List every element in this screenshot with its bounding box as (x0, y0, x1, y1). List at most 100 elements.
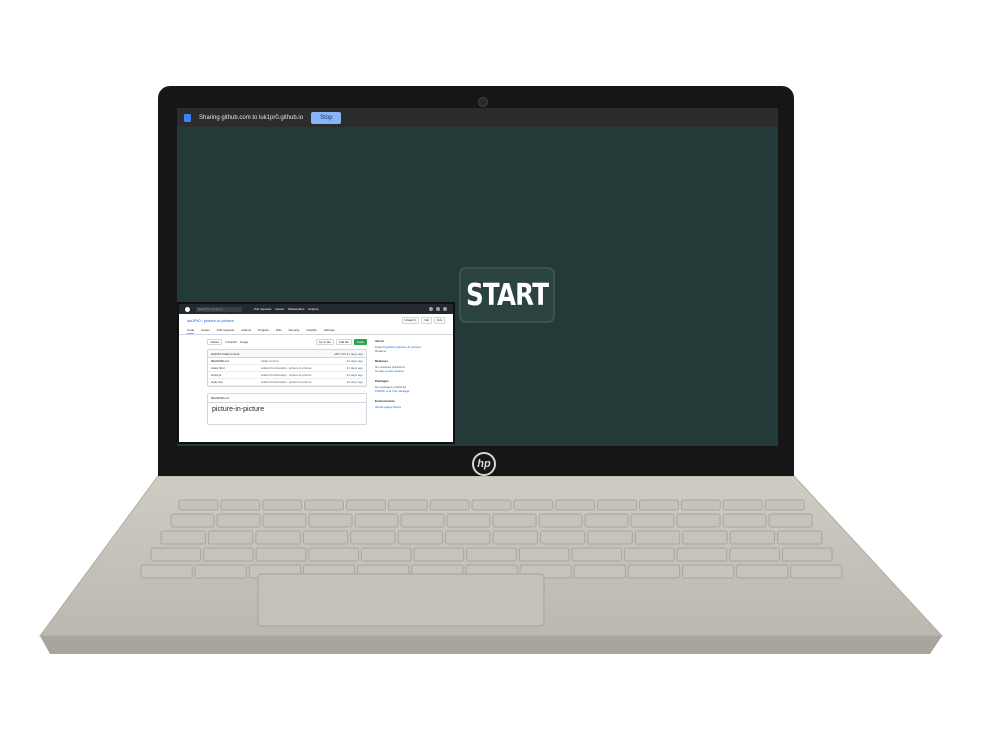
keyboard-key (429, 499, 470, 511)
tab-settings[interactable]: Settings (324, 328, 335, 334)
keyboard-key (597, 499, 638, 511)
repo-title[interactable]: luk1Pr0 / picture-in-picture (187, 318, 234, 323)
tags-link[interactable]: 0 tags (240, 340, 248, 344)
keyboard-key (680, 499, 721, 511)
tab-security[interactable]: Security (289, 328, 300, 334)
keyboard-key (555, 499, 596, 511)
keyboard-key (445, 530, 491, 545)
file-commit-message[interactable]: Added functionality - picture-in-picture (261, 380, 341, 384)
file-commit-message[interactable]: Added functionality - picture-in-picture (261, 373, 341, 377)
screen: Sharing github.com to luk1pr0.github.io … (177, 108, 778, 446)
readme-heading: picture-in-picture (212, 406, 265, 413)
keyboard-key (587, 530, 633, 545)
readme-link[interactable]: Readme (375, 349, 433, 353)
keyboard-key (768, 513, 813, 528)
keyboard-key (539, 530, 586, 545)
tab-wiki[interactable]: Wiki (276, 328, 282, 334)
commit-message[interactable]: luk1Pr0 initial commit (211, 352, 239, 356)
nav-explore[interactable]: Explore (308, 307, 318, 311)
repo-tabs: Code Issues Pull requests Actions Projec… (179, 324, 453, 335)
tab-issues[interactable]: Issues (201, 328, 210, 334)
file-commit-message[interactable]: Initial commit (261, 359, 341, 363)
keyboard-key (627, 564, 681, 579)
keyboard-key (350, 530, 396, 545)
fork-button[interactable]: Fork (434, 317, 445, 324)
keyboard-key (413, 547, 465, 562)
latest-commit: luk1Pr0 initial commit a8b17a8 21 days a… (208, 350, 366, 358)
github-logo-icon[interactable] (185, 306, 190, 312)
start-button[interactable]: START (459, 267, 555, 323)
repo-main: master 1 branch 0 tags Go to file Add fi… (207, 339, 367, 425)
tab-insights[interactable]: Insights (306, 328, 316, 334)
table-row[interactable]: README.md Initial commit 21 days ago (208, 358, 366, 365)
nav-issues[interactable]: Issues (275, 307, 284, 311)
add-file-button[interactable]: Add file (335, 339, 352, 345)
keyboard-key (400, 513, 445, 528)
tab-pull-requests[interactable]: Pull requests (217, 328, 234, 334)
commit-hash[interactable]: a8b17a8 21 days ago (334, 352, 363, 356)
table-row[interactable]: index.html Added functionality - picture… (208, 365, 366, 372)
plus-icon[interactable] (436, 307, 440, 311)
code-button[interactable]: Code (353, 339, 367, 345)
keyboard-key (518, 547, 570, 562)
picture-in-picture-window[interactable]: Search or jump to… Pull requests Issues … (177, 302, 455, 444)
packages-heading: Packages (375, 379, 389, 383)
create-release-link[interactable]: Create a new release (375, 369, 433, 373)
keyboard-key (676, 513, 721, 528)
readme-filename: README.md (208, 394, 366, 403)
keyboard-key (308, 547, 359, 562)
file-commit-message[interactable]: Added functionality - picture-in-picture (261, 366, 341, 370)
keyboard-key (513, 499, 554, 511)
table-row[interactable]: style.css Added functionality - picture-… (208, 379, 366, 386)
search-input[interactable]: Search or jump to… (196, 306, 242, 312)
environment-item[interactable]: github-pages Active (375, 405, 433, 409)
tab-projects[interactable]: Projects (258, 328, 269, 334)
environments-section: Environments github-pages Active (375, 399, 433, 409)
screen-share-bar: Sharing github.com to luk1pr0.github.io … (177, 108, 778, 127)
tab-code[interactable]: Code (187, 328, 195, 334)
avatar[interactable] (443, 307, 447, 311)
share-message: Sharing github.com to luk1pr0.github.io (199, 114, 304, 121)
watch-button[interactable]: Unwatch 1 (401, 317, 420, 324)
keyboard-key (676, 547, 728, 562)
bell-icon[interactable] (429, 307, 433, 311)
keyboard-key (682, 564, 735, 579)
keyboard-key (729, 530, 776, 545)
header-actions (429, 307, 447, 311)
keyboard-key (722, 499, 763, 511)
keyboard-key (777, 530, 823, 545)
keyboard-key (571, 547, 623, 562)
start-button-label: START (465, 277, 549, 313)
keyboard-key (194, 564, 247, 579)
tab-actions[interactable]: Actions (241, 328, 251, 334)
keyboard-key (354, 513, 399, 528)
go-to-file-button[interactable]: Go to file (315, 339, 334, 345)
publish-package-link[interactable]: Publish your first package (375, 389, 433, 393)
keyboard-key (262, 513, 307, 528)
hp-logo: hp (472, 452, 496, 476)
keyboard-key (140, 564, 193, 579)
stop-sharing-button[interactable]: Stop (311, 111, 342, 124)
keyboard-key (308, 513, 353, 528)
nav-pull-requests[interactable]: Pull requests (254, 307, 271, 311)
file-name[interactable]: script.js (211, 373, 261, 377)
file-age: 21 days ago (346, 380, 363, 384)
file-name[interactable]: index.html (211, 366, 261, 370)
branches-link[interactable]: 1 branch (225, 340, 237, 344)
keyboard-key (387, 499, 428, 511)
nav-marketplace[interactable]: Marketplace (288, 307, 304, 311)
keyboard-key (624, 547, 675, 562)
branch-select[interactable]: master (207, 339, 223, 345)
keyboard-key (471, 499, 512, 511)
file-name[interactable]: README.md (211, 359, 261, 363)
keyboard-key (790, 564, 843, 579)
table-row[interactable]: script.js Added functionality - picture-… (208, 372, 366, 379)
file-age: 21 days ago (346, 373, 363, 377)
about-section: About luk1pr0.github.io/picture-in-pictu… (375, 339, 433, 353)
file-name[interactable]: style.css (211, 380, 261, 384)
keyboard-key (302, 530, 349, 545)
star-button[interactable]: Star (421, 317, 432, 324)
keyboard-key (255, 547, 307, 562)
keyboard-key (216, 513, 261, 528)
file-age: 21 days ago (346, 366, 363, 370)
